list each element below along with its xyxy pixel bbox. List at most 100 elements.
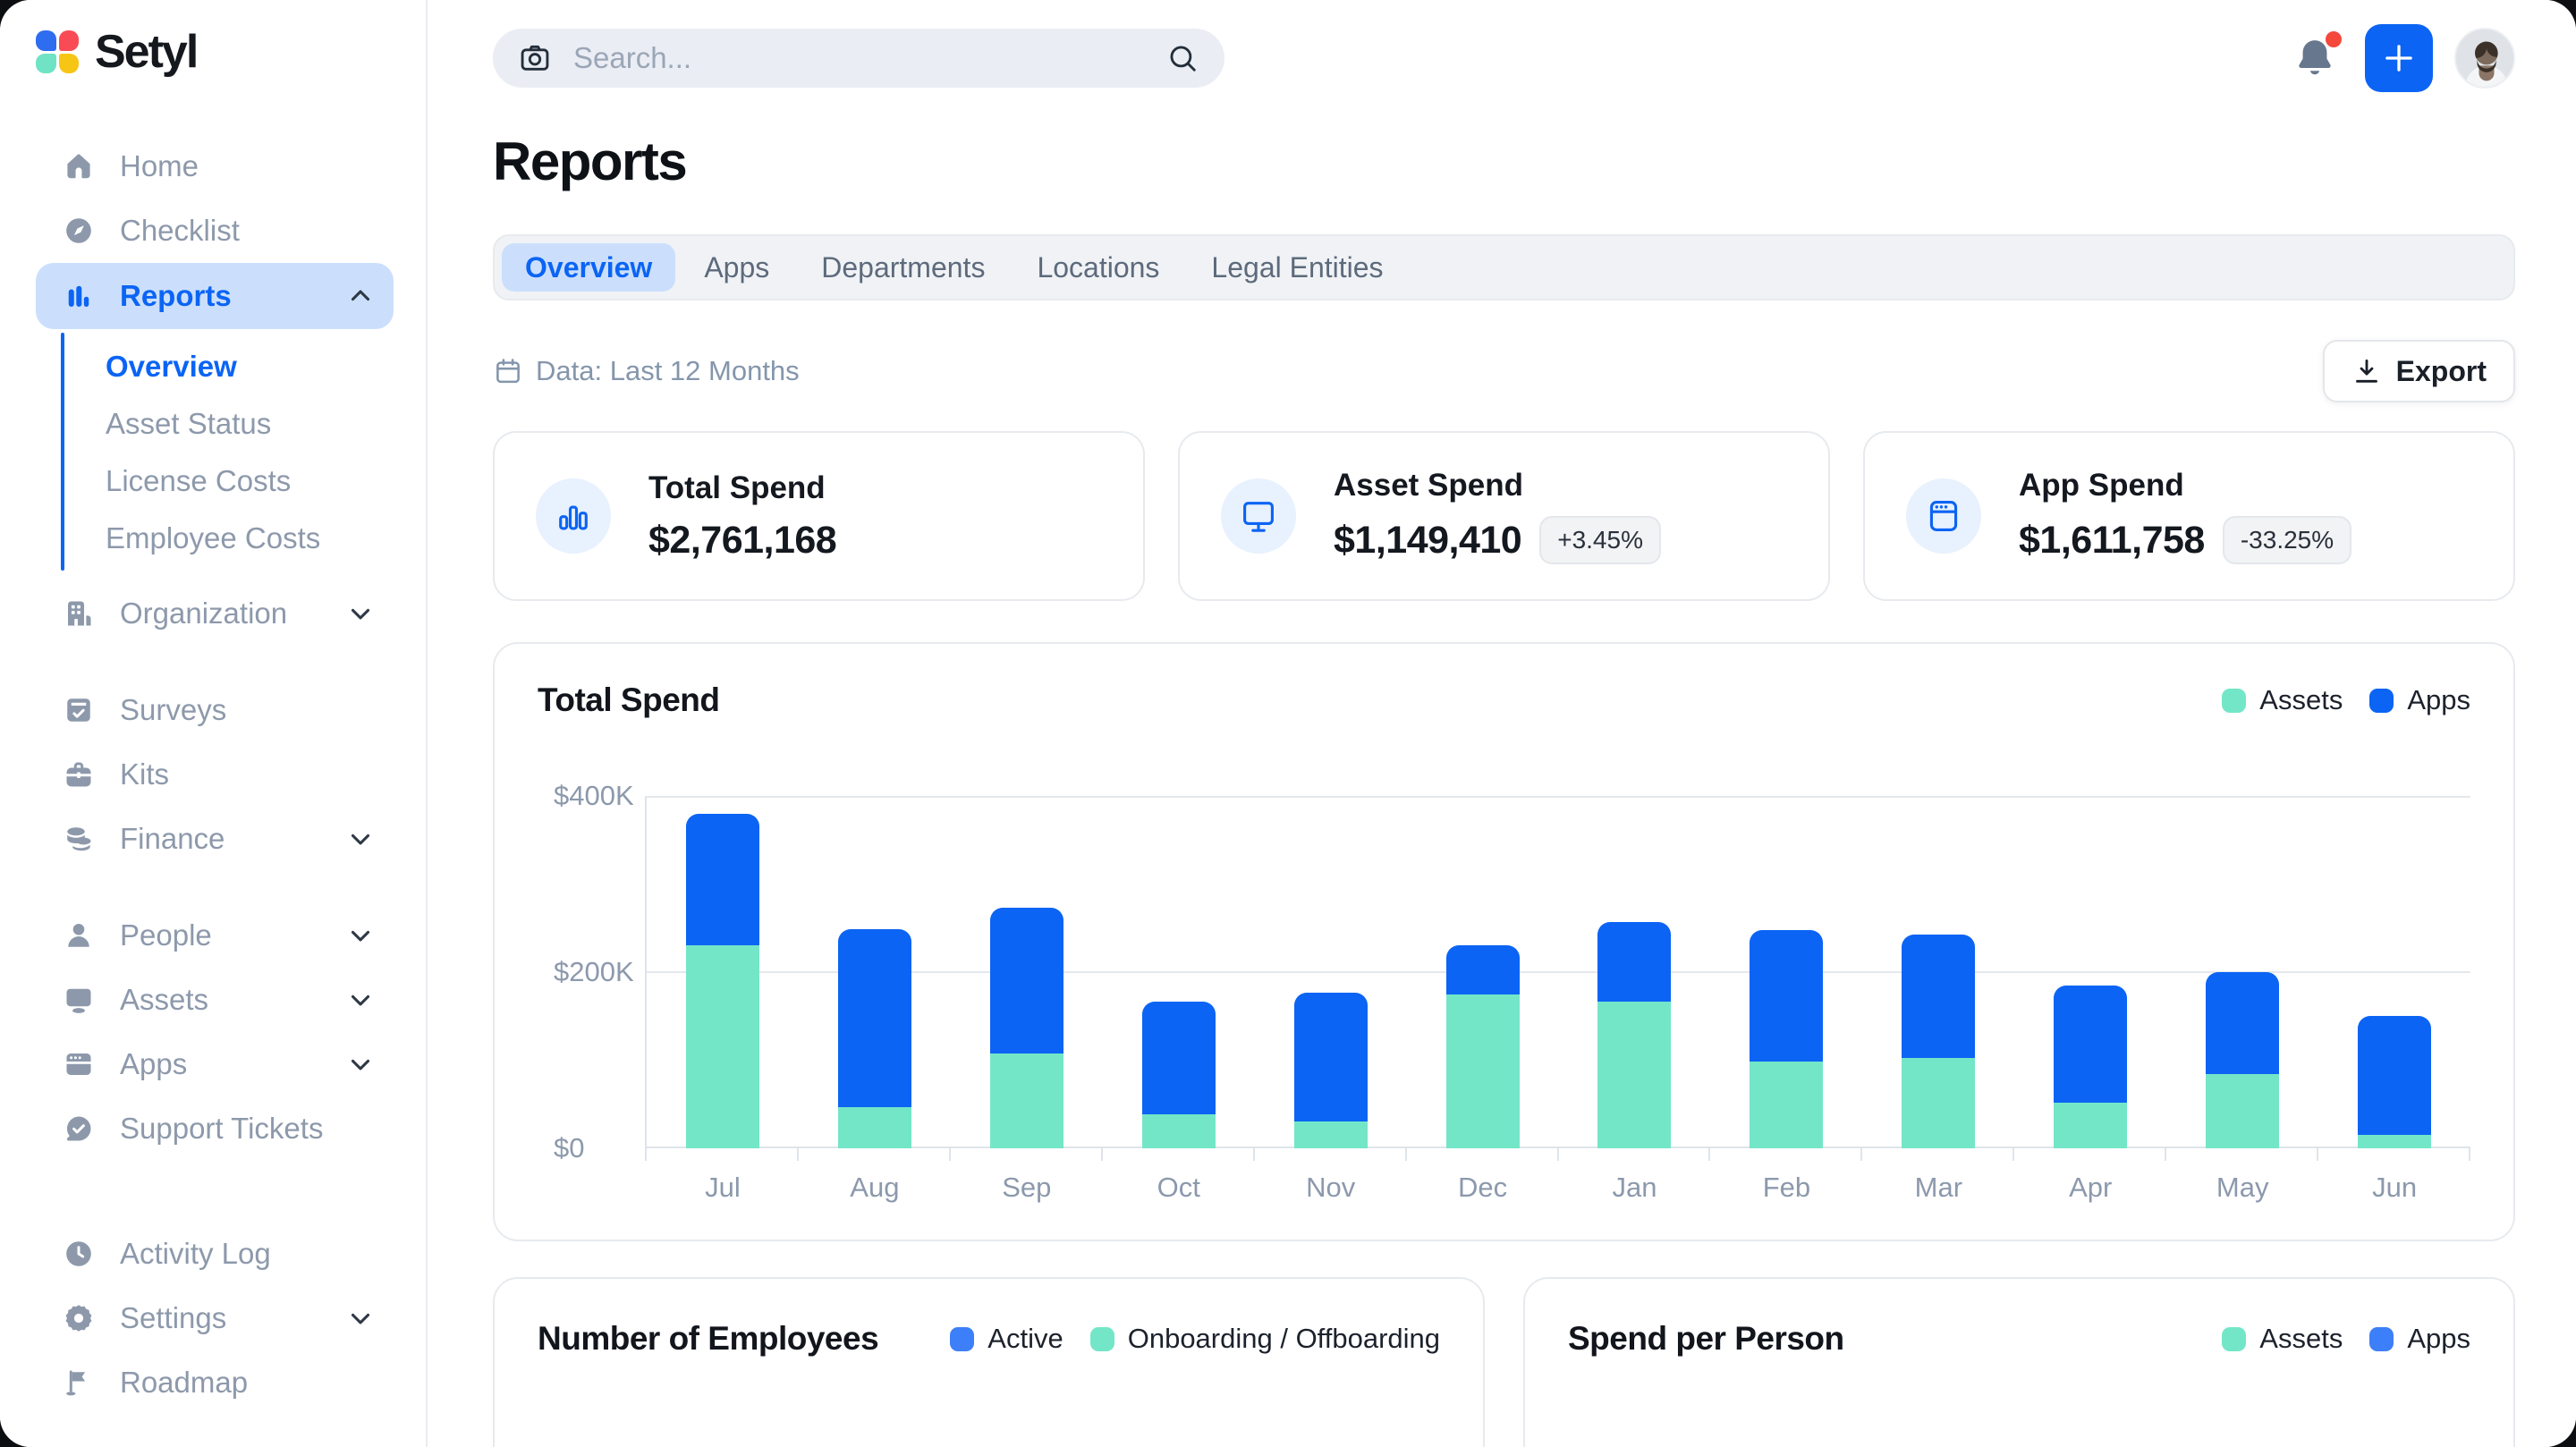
y-axis-labels: $400K$200K$0 <box>538 796 645 1148</box>
x-axis-labels: JulAugSepOctNovDecJanFebMarAprMayJun <box>645 1172 2470 1204</box>
stat-value: $1,611,758 <box>2019 519 2205 563</box>
x-label-oct: Oct <box>1103 1172 1255 1204</box>
sidebar-item-label: Finance <box>120 822 225 856</box>
sidebar-item-assets[interactable]: Assets <box>36 968 394 1032</box>
brand-logo[interactable]: Setyl <box>36 27 426 77</box>
sidebar-item-label: Support Tickets <box>120 1112 323 1146</box>
add-button[interactable] <box>2365 24 2433 92</box>
sidebar-item-finance[interactable]: Finance <box>36 807 394 871</box>
search-input[interactable] <box>572 40 1146 76</box>
survey-clipboard-icon <box>61 694 97 726</box>
legend-chip <box>2222 1327 2246 1351</box>
stat-card-total-spend: Total Spend $2,761,168 <box>493 431 1145 601</box>
sidebar-item-reports[interactable]: Reports <box>36 263 394 329</box>
chevron-down-icon <box>345 598 376 629</box>
topbar <box>493 23 2515 93</box>
legend-item: Assets <box>2222 1323 2343 1355</box>
bar-may <box>2206 972 2279 1148</box>
stat-card-asset-spend: Asset Spend $1,149,410 +3.45% <box>1178 431 1830 601</box>
sidebar-item-label: People <box>120 918 212 952</box>
sidebar-item-activity-log[interactable]: Activity Log <box>36 1222 394 1286</box>
stat-label: App Spend <box>2019 468 2351 503</box>
legend-item: Apps <box>2369 1323 2470 1355</box>
bar-mar <box>1902 935 1975 1148</box>
submenu-indicator-line <box>61 333 64 571</box>
search-bar[interactable] <box>493 29 1224 88</box>
camera-scan-icon[interactable] <box>518 41 552 75</box>
sidebar-item-label: Organization <box>120 597 287 630</box>
chevron-down-icon <box>345 985 376 1015</box>
notifications-button[interactable] <box>2286 30 2343 87</box>
bottom-charts-row: Number of Employees ActiveOnboarding / O… <box>493 1277 2515 1447</box>
bar-jul <box>686 814 759 1148</box>
sidebar-subitem-overview[interactable]: Overview <box>36 338 426 395</box>
tab-legal-entities[interactable]: Legal Entities <box>1188 243 1406 292</box>
x-label-apr: Apr <box>2014 1172 2166 1204</box>
app-window: Setyl Home Checklist Reports <box>0 0 2576 1447</box>
sidebar-item-settings[interactable]: Settings <box>36 1286 394 1350</box>
chevron-down-icon <box>345 920 376 951</box>
sidebar-item-people[interactable]: People <box>36 903 394 968</box>
tab-locations[interactable]: Locations <box>1013 243 1182 292</box>
sidebar-item-roadmap[interactable]: Roadmap <box>36 1350 394 1415</box>
bar-apr <box>2054 986 2127 1148</box>
sidebar-item-label: Checklist <box>120 214 240 248</box>
sidebar-item-surveys[interactable]: Surveys <box>36 678 394 742</box>
plot-area <box>645 796 2470 1148</box>
tab-departments[interactable]: Departments <box>798 243 1008 292</box>
bar-feb <box>1750 930 1823 1148</box>
chevron-up-icon <box>345 281 376 311</box>
sidebar-item-label: Activity Log <box>120 1237 271 1271</box>
sidebar-item-label: Kits <box>120 757 169 791</box>
legend-item: Assets <box>2222 684 2343 716</box>
home-icon <box>61 150 97 182</box>
x-axis-ticks <box>645 1148 2470 1161</box>
chart-legend: AssetsApps <box>2222 684 2470 716</box>
download-icon <box>2351 356 2382 386</box>
calendar-icon <box>493 356 523 386</box>
sidebar-item-home[interactable]: Home <box>36 134 394 199</box>
y-label: $200K <box>554 956 634 988</box>
chevron-down-icon <box>345 824 376 854</box>
search-icon[interactable] <box>1165 41 1199 75</box>
sidebar-item-support-tickets[interactable]: Support Tickets <box>36 1096 394 1161</box>
x-label-mar: Mar <box>1862 1172 2014 1204</box>
chart-legend: ActiveOnboarding / Offboarding <box>950 1323 1440 1355</box>
person-icon <box>61 919 97 952</box>
tab-apps[interactable]: Apps <box>681 243 792 292</box>
app-stat-icon <box>1906 478 1981 554</box>
monitor-icon <box>61 984 97 1016</box>
stat-value: $1,149,410 <box>1334 519 1521 563</box>
sidebar-item-kits[interactable]: Kits <box>36 742 394 807</box>
chevron-down-icon <box>345 1049 376 1079</box>
sidebar-item-label: Assets <box>120 983 208 1017</box>
sidebar-item-apps[interactable]: Apps <box>36 1032 394 1096</box>
main-content: Reports OverviewAppsDepartmentsLocations… <box>428 0 2576 1447</box>
chevron-down-icon <box>345 1303 376 1333</box>
stat-card-app-spend: App Spend $1,611,758 -33.25% <box>1863 431 2515 601</box>
kit-case-icon <box>61 758 97 791</box>
clock-icon <box>61 1238 97 1270</box>
tab-overview[interactable]: Overview <box>502 243 675 292</box>
stat-cards: Total Spend $2,761,168 Asset Spend $1,14… <box>493 431 2515 601</box>
sidebar-subitem-asset-status[interactable]: Asset Status <box>36 395 426 453</box>
coins-icon <box>61 823 97 855</box>
gear-icon <box>61 1302 97 1334</box>
export-button[interactable]: Export <box>2323 340 2515 402</box>
sidebar-nav: Home Checklist Reports Overview <box>36 134 426 1161</box>
user-avatar[interactable] <box>2454 28 2515 89</box>
bar-chart-icon <box>61 280 97 312</box>
sidebar-item-organization[interactable]: Organization <box>36 581 394 646</box>
x-label-sep: Sep <box>951 1172 1103 1204</box>
sidebar-subitem-license-costs[interactable]: License Costs <box>36 453 426 510</box>
sidebar-item-checklist[interactable]: Checklist <box>36 199 394 263</box>
stat-label: Asset Spend <box>1334 468 1661 503</box>
chart-title: Spend per Person <box>1568 1320 1844 1358</box>
x-label-may: May <box>2166 1172 2318 1204</box>
chart-legend: Assets Apps <box>2222 1323 2470 1355</box>
sidebar-subitem-employee-costs[interactable]: Employee Costs <box>36 510 426 567</box>
stacked-bar-chart: $400K$200K$0 JulAugSepOctNovDecJanFebMar… <box>538 796 2470 1204</box>
notification-badge <box>2326 31 2342 47</box>
stat-change-badge: -33.25% <box>2223 516 2351 564</box>
bar-nov <box>1294 993 1368 1148</box>
